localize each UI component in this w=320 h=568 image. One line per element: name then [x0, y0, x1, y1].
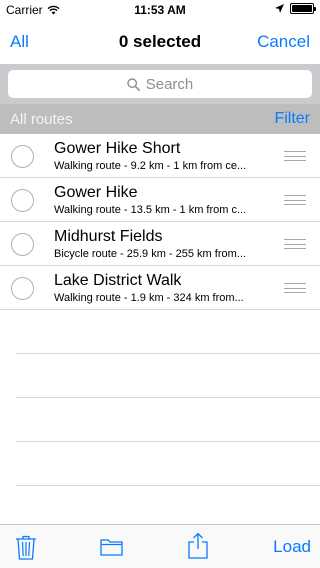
share-icon[interactable] [188, 532, 208, 559]
route-subtitle: Bicycle route - 25.9 km - 255 km from... [54, 248, 246, 260]
status-right [275, 3, 316, 14]
search-input[interactable]: Search [8, 70, 312, 98]
route-row[interactable]: Gower Hike Walking route - 13.5 km - 1 k… [0, 178, 320, 222]
search-placeholder: Search [145, 75, 194, 93]
route-subtitle: Walking route - 9.2 km - 1 km from ce... [54, 160, 247, 172]
select-radio[interactable] [11, 233, 34, 256]
bottom-toolbar: Load [0, 524, 320, 568]
divider [16, 398, 320, 442]
route-subtitle: Walking route - 1.9 km - 324 km from... [54, 292, 244, 304]
section-title: All routes [10, 110, 73, 128]
cancel-button[interactable]: Cancel [257, 32, 310, 52]
divider [16, 442, 320, 486]
routes-list: Gower Hike Short Walking route - 9.2 km … [0, 134, 320, 310]
trash-icon[interactable] [15, 535, 37, 560]
divider [16, 310, 320, 354]
battery-icon [290, 3, 316, 14]
section-header: All routes Filter [0, 104, 320, 134]
empty-list-area [16, 310, 320, 486]
route-text: Gower Hike Short Walking route - 9.2 km … [54, 139, 278, 173]
route-text: Gower Hike Walking route - 13.5 km - 1 k… [54, 183, 278, 217]
status-time: 11:53 AM [134, 3, 186, 17]
route-subtitle: Walking route - 13.5 km - 1 km from c... [54, 204, 247, 216]
drag-handle-icon[interactable] [284, 151, 306, 161]
route-title: Gower Hike [54, 184, 138, 201]
route-text: Lake District Walk Walking route - 1.9 k… [54, 271, 278, 305]
status-bar: Carrier 11:53 AM [0, 0, 320, 20]
search-icon [127, 77, 140, 91]
drag-handle-icon[interactable] [284, 239, 306, 249]
location-arrow-icon [275, 4, 284, 13]
select-all-button[interactable]: All [10, 32, 29, 52]
search-bar: Search [0, 64, 320, 104]
route-row[interactable]: Midhurst Fields Bicycle route - 25.9 km … [0, 222, 320, 266]
nav-bar: All 0 selected Cancel [0, 20, 320, 64]
route-title: Gower Hike Short [54, 140, 181, 157]
route-row[interactable]: Lake District Walk Walking route - 1.9 k… [0, 266, 320, 310]
drag-handle-icon[interactable] [284, 283, 306, 293]
filter-button[interactable]: Filter [274, 110, 310, 128]
route-title: Lake District Walk [54, 272, 182, 289]
route-row[interactable]: Gower Hike Short Walking route - 9.2 km … [0, 134, 320, 178]
folder-icon[interactable] [100, 538, 123, 556]
load-button[interactable]: Load [273, 537, 311, 557]
select-radio[interactable] [11, 145, 34, 168]
route-title: Midhurst Fields [54, 228, 163, 245]
select-radio[interactable] [11, 189, 34, 212]
drag-handle-icon[interactable] [284, 195, 306, 205]
route-text: Midhurst Fields Bicycle route - 25.9 km … [54, 227, 278, 261]
divider [16, 354, 320, 398]
select-radio[interactable] [11, 277, 34, 300]
